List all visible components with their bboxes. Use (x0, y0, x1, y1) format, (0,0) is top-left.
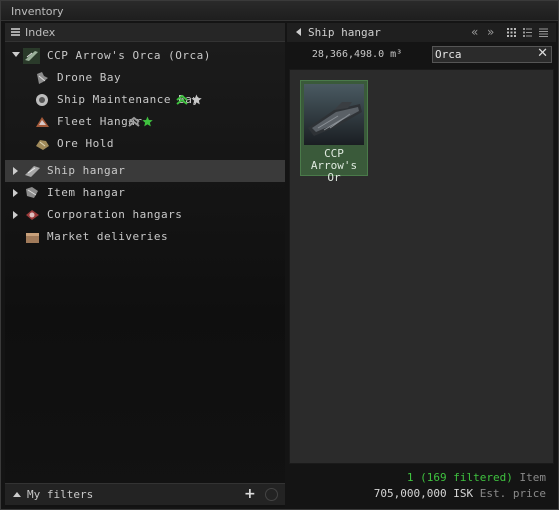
access-chevron-icon (176, 94, 188, 105)
window-titlebar[interactable]: Inventory (1, 1, 558, 21)
hangar-header: Ship hangar « » (287, 23, 556, 42)
tree-item-label: Ship hangar (47, 164, 126, 177)
hangar-item-grid: CCP Arrow's Or (289, 69, 554, 464)
tree-item-item-hangar[interactable]: Item hangar (5, 182, 285, 204)
item-name: CCP Arrow's Or (310, 148, 358, 184)
expand-arrow-icon[interactable] (12, 52, 20, 57)
star-icon (142, 116, 153, 127)
list-view-icon[interactable] (539, 28, 548, 37)
estimated-price: 705,000,000 ISK (373, 487, 474, 500)
tree-item-corporation-hangars[interactable]: Corporation hangars (5, 204, 285, 226)
menu-icon[interactable] (11, 28, 20, 36)
tree-item-label: Drone Bay (57, 71, 122, 84)
window-title: Inventory (11, 5, 64, 18)
tree-item-market-deliveries[interactable]: Market deliveries (5, 226, 285, 248)
index-header[interactable]: Index (5, 23, 285, 42)
item-count: 1 (169 filtered) (406, 471, 513, 484)
estimated-price-unit: Est. price (479, 487, 546, 500)
expand-arrow-icon[interactable] (13, 211, 18, 219)
tree-item-fleet-hangar[interactable]: Fleet Hangar (5, 111, 285, 133)
item-count-unit: Item (519, 471, 547, 484)
corporation-hangars-icon (26, 210, 39, 220)
my-filters-label: My filters (27, 488, 94, 501)
capacity-readout: 28,366,498.0 m³ (311, 49, 403, 60)
tree-item-label: Ore Hold (57, 137, 114, 150)
tree-item-ship-hangar[interactable]: Ship hangar (5, 160, 285, 182)
ore-hold-icon (36, 140, 49, 150)
ship-maintenance-bay-icon (36, 94, 48, 106)
expand-arrow-icon[interactable] (13, 167, 18, 175)
access-chevron-icon (128, 116, 140, 127)
inventory-window: Inventory Index CCP Arrow's Orca (Orca) … (0, 0, 559, 510)
my-filters-bar[interactable]: My filters + (5, 483, 285, 505)
history-back-icon[interactable]: « (471, 25, 478, 39)
tree-item-drone-bay[interactable]: Drone Bay (5, 67, 285, 89)
filter-toggle-icon[interactable] (265, 488, 278, 501)
index-label: Index (25, 26, 56, 39)
star-icon (191, 94, 202, 105)
search-field[interactable]: ✕ (432, 46, 552, 63)
market-deliveries-icon (26, 233, 39, 243)
details-view-icon[interactable] (523, 28, 532, 37)
item-card[interactable]: CCP Arrow's Or (300, 80, 368, 184)
item-count-status: 1 (169 filtered) Item (407, 471, 546, 484)
index-pane: Index CCP Arrow's Orca (Orca) Drone Bay (5, 23, 285, 507)
ship-hangar-icon (25, 166, 40, 177)
tree-item-label: Corporation hangars (47, 208, 183, 221)
icon-view-icon[interactable] (507, 28, 516, 37)
tree-item-label: Market deliveries (47, 230, 169, 243)
expand-arrow-icon[interactable] (13, 189, 18, 197)
collapse-arrow-icon[interactable] (13, 492, 21, 497)
ship-thumbnail (304, 84, 364, 145)
back-arrow-icon[interactable] (296, 28, 301, 36)
drone-bay-icon (37, 72, 48, 84)
clear-search-icon[interactable]: ✕ (537, 46, 548, 61)
tree-item-label: Item hangar (47, 186, 126, 199)
hangar-title: Ship hangar (308, 26, 381, 39)
tree-item-ore-hold[interactable]: Ore Hold (5, 133, 285, 155)
tree-item-orca[interactable]: CCP Arrow's Orca (Orca) (5, 45, 285, 67)
add-filter-icon[interactable]: + (244, 486, 256, 502)
history-forward-icon[interactable]: » (487, 25, 494, 39)
orca-render-icon (304, 84, 364, 145)
orca-ship-icon (23, 48, 40, 64)
search-input[interactable] (435, 47, 535, 62)
estimated-price-status: 705,000,000 ISK Est. price (374, 487, 546, 500)
tree-item-label: CCP Arrow's Orca (Orca) (47, 49, 211, 62)
tree-item-ship-maintenance-bay[interactable]: Ship Maintenance Bay (5, 89, 285, 111)
item-hangar-icon (26, 187, 38, 198)
fleet-hangar-icon (36, 117, 49, 127)
